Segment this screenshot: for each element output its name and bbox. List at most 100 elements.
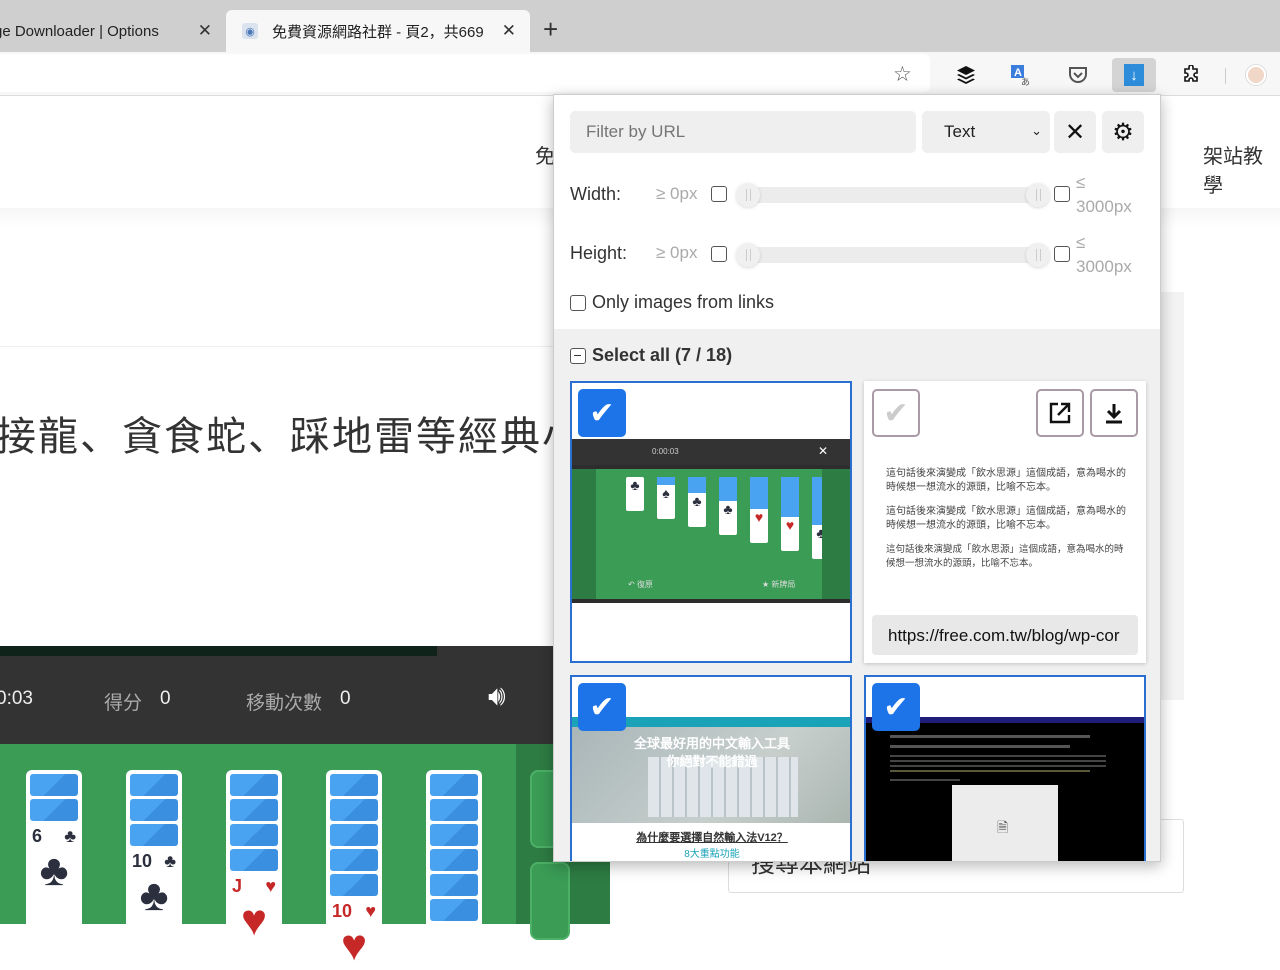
card-back	[330, 774, 378, 796]
nav-link-tutorials[interactable]: 架站教學	[1203, 140, 1280, 198]
card-suit-icon: ♣	[39, 846, 69, 895]
tableau-card-column[interactable]: 10 ♣ ♣	[126, 770, 182, 970]
only-links-checkbox[interactable]	[570, 294, 586, 311]
filter-url-input[interactable]	[570, 111, 916, 153]
new-tab-button[interactable]: +	[543, 14, 558, 45]
extensions-icon[interactable]	[1169, 58, 1213, 92]
download-image-button[interactable]	[1090, 389, 1138, 437]
card-back	[230, 774, 278, 796]
height-min-checkbox[interactable]	[711, 246, 727, 262]
bookmark-add-icon[interactable]: ☆	[893, 62, 912, 87]
width-max-handle[interactable]	[1026, 183, 1050, 207]
width-range-slider[interactable]	[736, 183, 1050, 207]
clear-filter-button[interactable]: ✕	[1054, 111, 1096, 153]
height-min-handle[interactable]	[736, 243, 760, 267]
height-max-label: ≤ 3000px	[1076, 231, 1132, 279]
banner-subheading: 你絕對不能錯過	[666, 754, 758, 769]
tab-image-downloader-options[interactable]: ge Downloader | Options ✕	[0, 10, 226, 52]
close-tab-icon[interactable]: ✕	[502, 21, 516, 41]
image-gallery: Select all (7 / 18) ✔ 0:00:03 ✕ ♣ ♠ ♣ ♣ ♥ ♥ ♣ …	[554, 329, 1160, 861]
image-tile[interactable]: ✔ 0:00:03 ✕ ♣ ♠ ♣ ♣ ♥ ♥ ♣ ↶ 復原 ★ 新牌局	[570, 381, 852, 663]
tab-title: 免費資源網路社群 - 頁2，共669	[272, 23, 484, 41]
banner-heading: 全球最好用的中文輸入工具	[633, 736, 790, 751]
buffer-icon[interactable]	[944, 58, 988, 92]
profile-avatar[interactable]	[1234, 58, 1278, 92]
score-label: 得分	[104, 693, 143, 714]
height-max-handle[interactable]	[1026, 243, 1050, 267]
toolbar-separator	[1225, 68, 1226, 84]
mini-close-icon: ✕	[818, 444, 829, 458]
card-back	[130, 799, 178, 821]
card-back	[230, 799, 278, 821]
text-line: 這句話後來演變成「飲水思源」這個成語，意為喝水的時候想一想流水的源頭，比喻不忘本…	[886, 468, 1126, 493]
card-back	[130, 774, 178, 796]
game-timer: 0:03	[0, 688, 33, 709]
select-all-toggle[interactable]: Select all (7 / 18)	[570, 345, 732, 366]
card-back	[430, 899, 478, 921]
score-value: 0	[160, 688, 171, 709]
image-url[interactable]: https://free.com.tw/blog/wp-cor	[872, 615, 1138, 655]
game-progress	[0, 646, 610, 656]
indeterminate-checkbox-icon[interactable]	[570, 347, 586, 364]
download-icon	[1106, 404, 1122, 424]
divider	[0, 346, 560, 347]
tab-free-com-tw[interactable]: ◉ 免費資源網路社群 - 頁2，共669 ✕	[226, 10, 530, 52]
sound-icon[interactable]: 🔊︎	[488, 680, 506, 713]
game-header: 0:03 得分 0 移動次數 0 🔊︎	[0, 656, 610, 744]
solitaire-game[interactable]: 0:03 得分 0 移動次數 0 🔊︎ 6 ♣ ♣ 10 ♣ ♣ J ♥ ♥ 10 ♥ ♥	[0, 646, 610, 970]
card-back	[230, 824, 278, 846]
mini-card: ♣	[626, 477, 644, 511]
close-tab-icon[interactable]: ✕	[198, 21, 212, 41]
nav-link[interactable]: 免	[535, 140, 555, 169]
image-tile[interactable]: ✔ 🗎︎	[864, 675, 1146, 861]
image-downloader-icon[interactable]: ↓	[1112, 58, 1156, 92]
image-downloader-popup: Text ⌄ ✕ ⚙ Width: ≥ 0px ≤ 3000px Height:…	[553, 94, 1161, 862]
card-back	[430, 774, 478, 796]
gear-icon: ⚙	[1112, 118, 1134, 146]
width-min-handle[interactable]	[736, 183, 760, 207]
tableau-card-column[interactable]: J ♥ ♥	[226, 770, 282, 970]
checkmark-icon[interactable]: ✔	[578, 683, 626, 731]
select-all-label: Select all (7 / 18)	[592, 345, 733, 365]
height-max-checkbox[interactable]	[1054, 246, 1070, 262]
filter-type-select[interactable]: Text ⌄	[922, 111, 1050, 153]
card-back	[30, 774, 78, 796]
pocket-icon[interactable]	[1056, 58, 1100, 92]
tab-title: ge Downloader | Options	[0, 22, 159, 40]
moves-value: 0	[340, 688, 351, 709]
moves-label: 移動次數	[246, 693, 323, 714]
checkmark-icon[interactable]: ✔	[872, 389, 920, 437]
image-tile[interactable]: ✔ 全球最好用的中文輸入工具 你絕對不能錯過 為什麼要選擇自然輸入法V12？ 8…	[570, 675, 852, 861]
only-links-option[interactable]: Only images from links	[570, 292, 774, 313]
width-min-checkbox[interactable]	[711, 186, 727, 202]
foundation-slot[interactable]	[530, 862, 570, 940]
download-arrow-icon: ↓	[1124, 64, 1144, 86]
address-bar[interactable]	[0, 54, 930, 92]
image-tile[interactable]: ✔ 這句話後來演變成「飲水思源」這個成語，意為喝水的時候想一想流水的源頭，比喻不…	[864, 381, 1146, 663]
text-line: 這句話後來演變成「飲水思源」這個成語，意為喝水的時候想一想流水的源頭，比喻不忘本…	[886, 544, 1124, 569]
mini-timer: 0:00:03	[652, 447, 679, 456]
card-back	[330, 799, 378, 821]
svg-text:あ: あ	[1021, 77, 1030, 86]
select-value: Text	[944, 122, 976, 141]
checkmark-icon[interactable]: ✔	[872, 683, 920, 731]
mini-card: ♣	[719, 477, 737, 535]
card-suit-icon: ♣	[139, 871, 169, 920]
thumbnail-forum-screenshot: 🗎︎	[866, 723, 1144, 861]
height-range-slider[interactable]	[736, 243, 1050, 267]
settings-button[interactable]: ⚙	[1102, 111, 1144, 153]
open-image-button[interactable]	[1036, 389, 1084, 437]
height-max-value: 3000px	[1076, 257, 1132, 276]
close-icon: ✕	[1064, 118, 1086, 146]
tableau-card-column[interactable]: 6 ♣ ♣	[26, 770, 82, 970]
height-label: Height:	[570, 243, 628, 263]
tableau-card-column[interactable]: 10 ♥ ♥	[326, 770, 382, 970]
card-back	[430, 824, 478, 846]
checkmark-icon[interactable]: ✔	[578, 389, 626, 437]
tableau-card-column[interactable]	[426, 770, 482, 970]
width-max-value: 3000px	[1076, 197, 1132, 216]
only-links-label: Only images from links	[592, 292, 775, 312]
mini-card: ♥	[750, 477, 768, 543]
width-max-checkbox[interactable]	[1054, 186, 1070, 202]
translate-icon[interactable]: Aあ	[999, 58, 1043, 92]
